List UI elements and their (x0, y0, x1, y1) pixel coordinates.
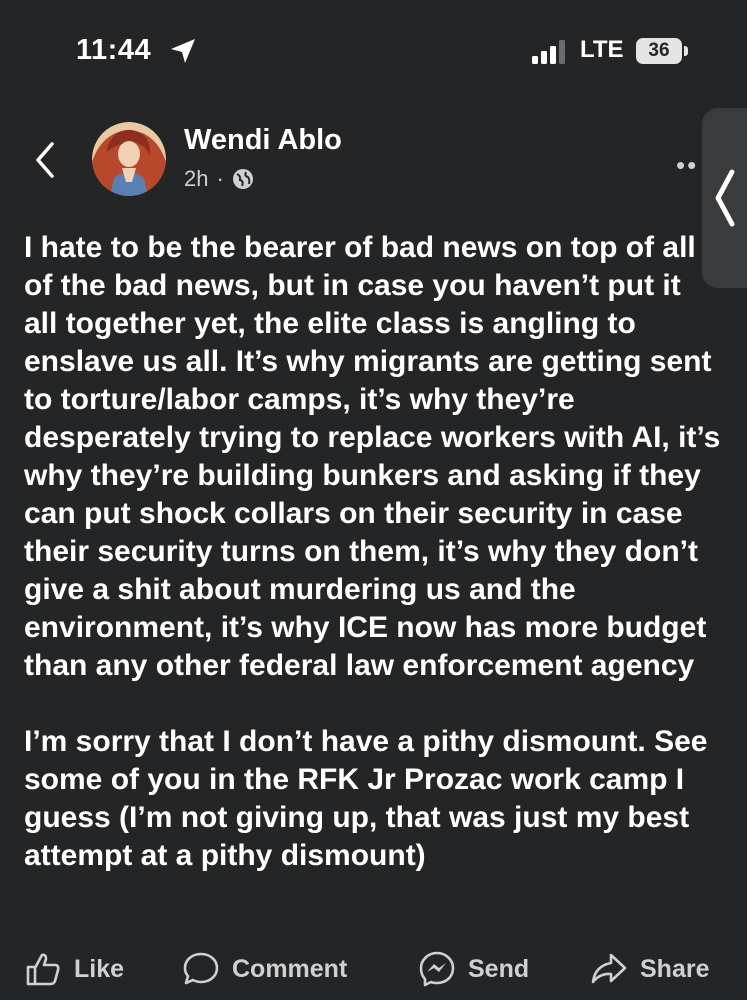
network-type: LTE (580, 36, 624, 63)
send-label: Send (468, 954, 530, 983)
battery-tip (684, 46, 688, 56)
location-arrow-icon (171, 39, 195, 63)
back-chevron-icon[interactable] (28, 140, 64, 180)
post-age: 2h (184, 166, 209, 191)
post-meta: 2h · (184, 166, 254, 192)
status-time: 11:44 (76, 34, 152, 66)
signal-icon (532, 40, 565, 64)
thumbs-up-icon (26, 953, 60, 986)
battery-indicator: 36 (636, 38, 682, 64)
post-paragraph: I hate to be the bearer of bad news on t… (24, 231, 721, 682)
comment-label: Comment (232, 954, 348, 983)
more-icon[interactable]: •• (676, 150, 698, 181)
like-button[interactable]: Like (24, 944, 124, 994)
messenger-icon (419, 951, 455, 987)
avatar[interactable] (92, 122, 166, 196)
post-action-bar: Like Comment Send Share (0, 944, 747, 994)
author-name[interactable]: Wendi Ablo (184, 124, 342, 157)
post-paragraph: I’m sorry that I don’t have a pithy dism… (24, 725, 708, 872)
share-button[interactable]: Share (590, 944, 709, 994)
side-chevron-icon[interactable] (712, 168, 738, 228)
like-label: Like (74, 954, 125, 983)
meta-separator: · (216, 166, 224, 191)
comment-bubble-icon (183, 952, 219, 985)
status-bar: 11:44 LTE 36 (0, 0, 747, 100)
post-body: I hate to be the bearer of bad news on t… (24, 229, 722, 875)
share-label: Share (640, 954, 710, 983)
globe-icon (232, 169, 253, 189)
share-arrow-icon (591, 953, 627, 984)
comment-button[interactable]: Comment (182, 944, 347, 994)
send-button[interactable]: Send (418, 944, 529, 994)
avatar-image (92, 122, 166, 196)
